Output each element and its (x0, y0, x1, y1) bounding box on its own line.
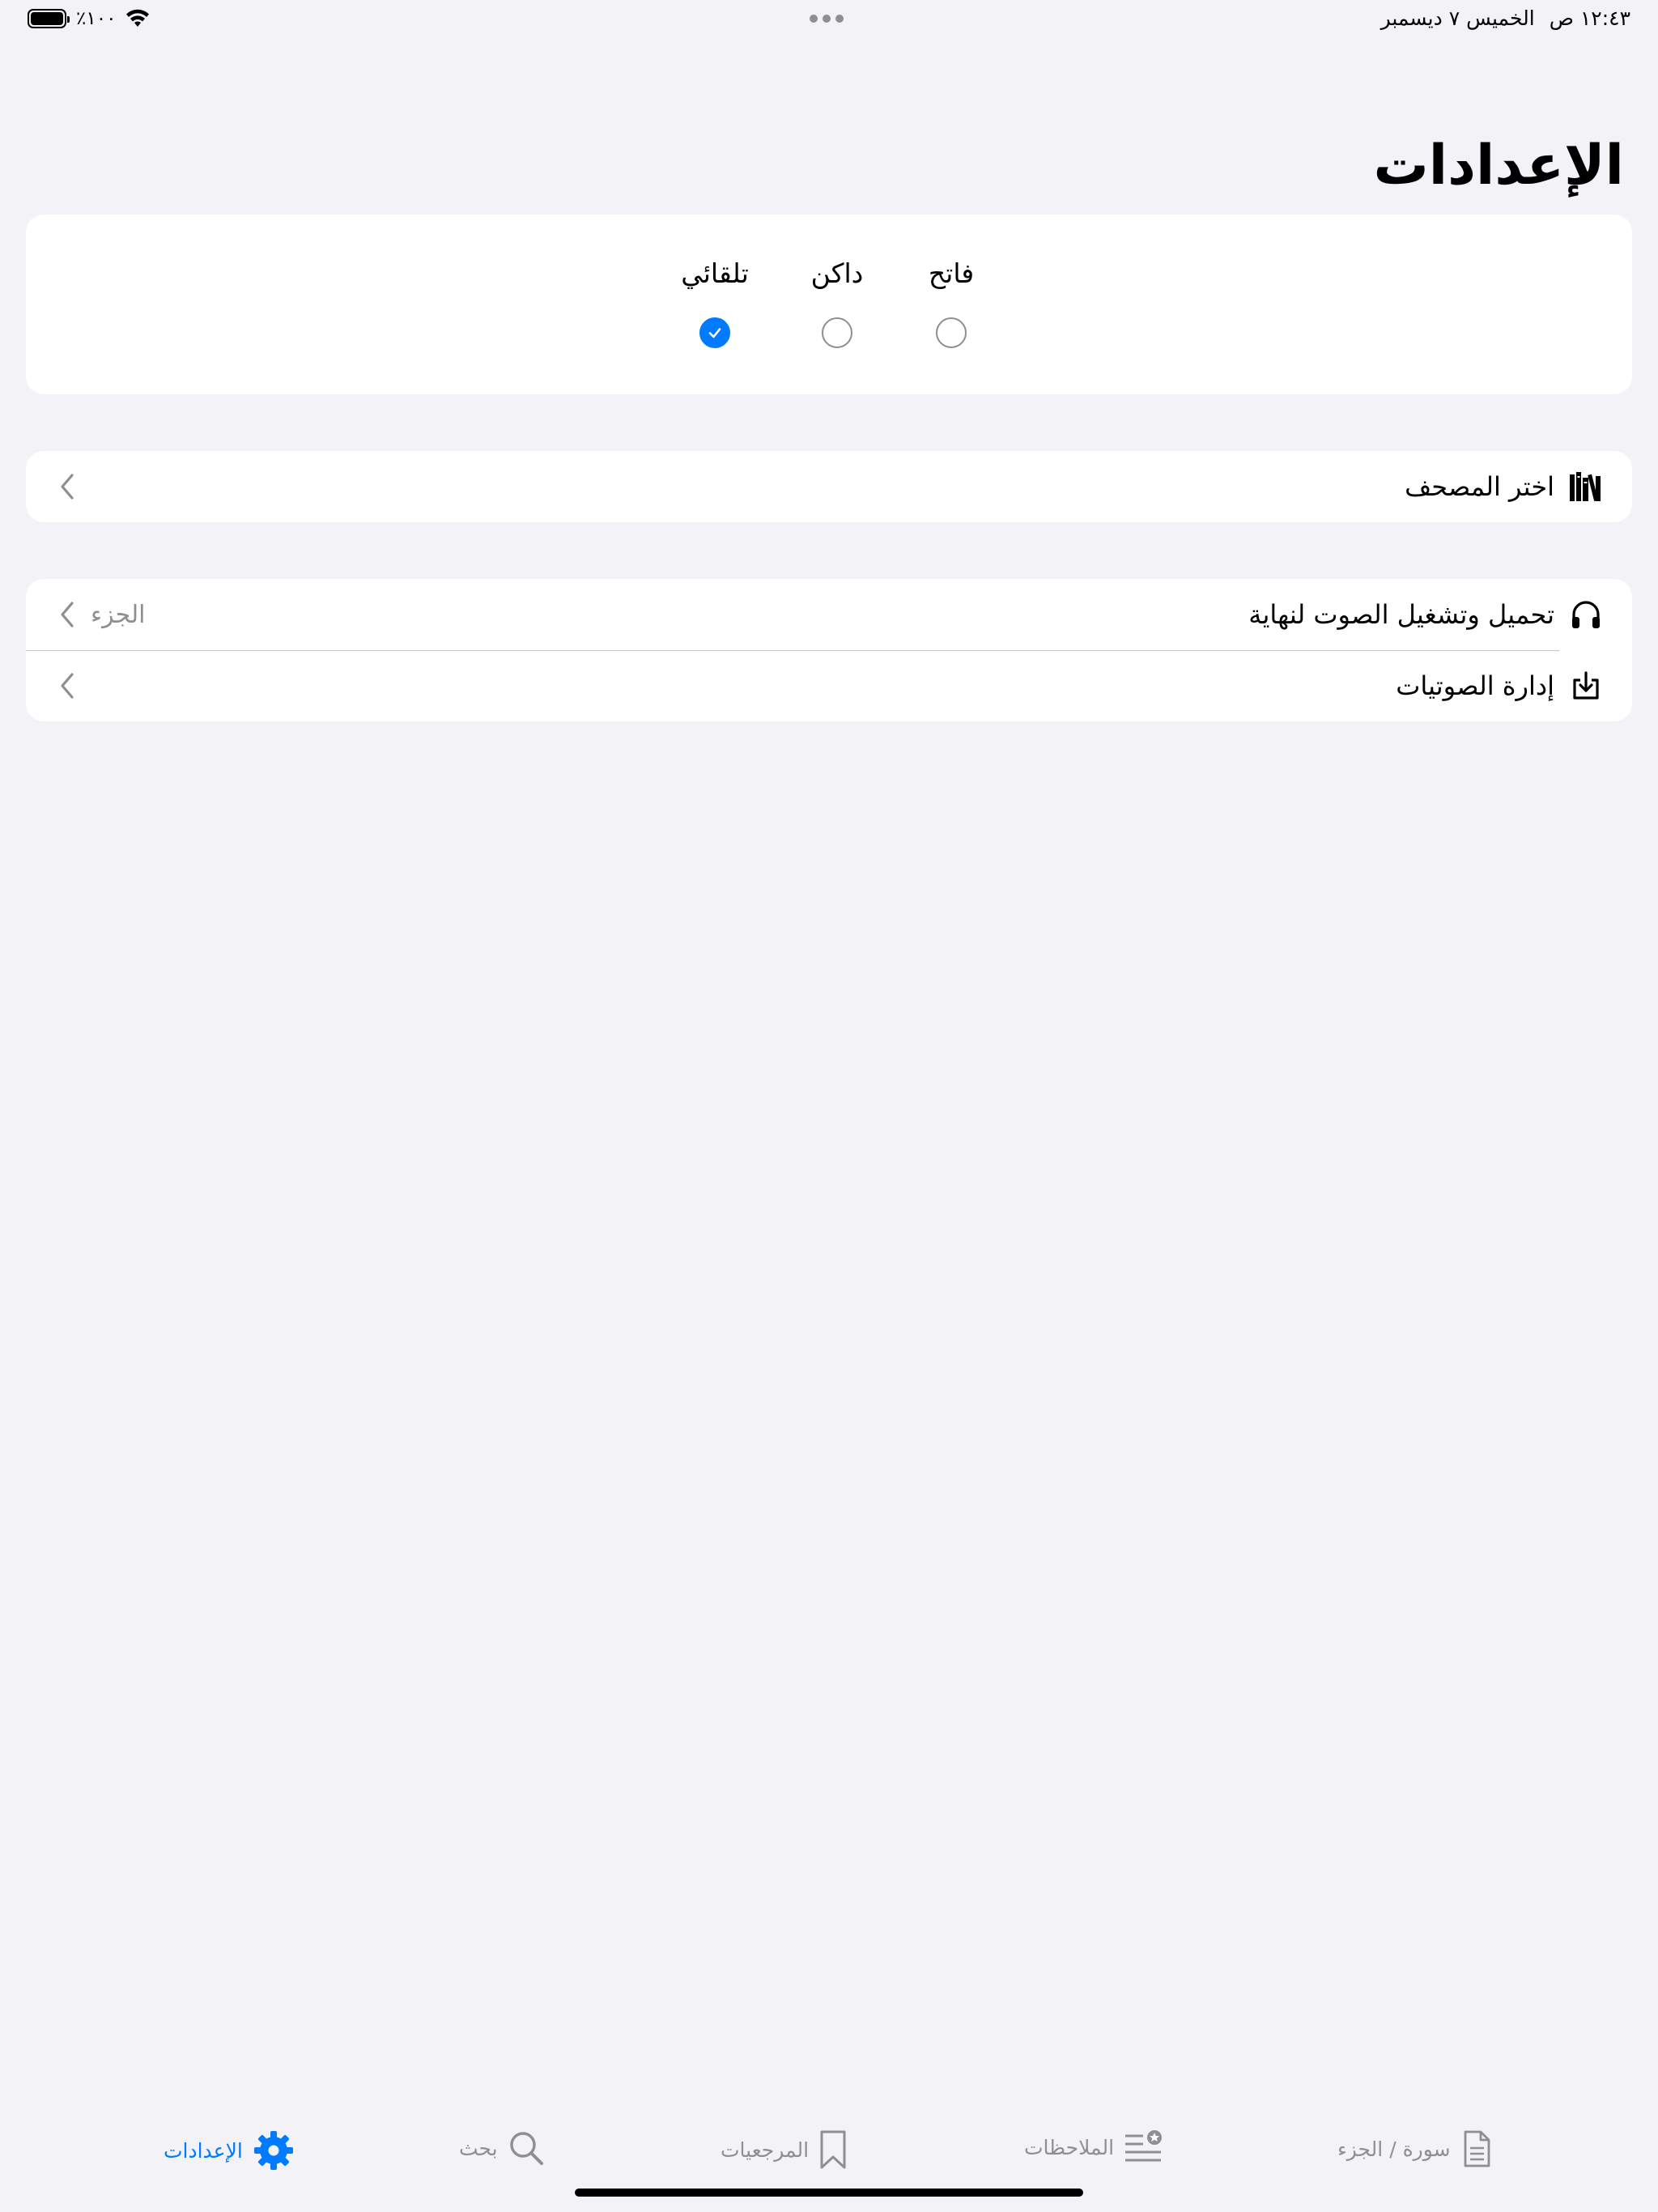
tab-bookmarks[interactable]: المرجعيات (721, 2129, 848, 2170)
radio-dark[interactable] (822, 317, 852, 348)
theme-option-dark[interactable]: داكن (789, 257, 886, 348)
manage-audio-label: إدارة الصوتيات (1396, 670, 1554, 701)
starred-list-icon (1125, 2130, 1163, 2162)
download-tray-icon (1567, 667, 1605, 704)
choose-mushaf-row[interactable]: اختر المصحف (26, 451, 1632, 522)
chevron-left-icon (61, 602, 74, 627)
tab-search-label: بحث (459, 2136, 498, 2160)
document-icon (1464, 2130, 1490, 2167)
tab-search[interactable]: بحث (459, 2129, 545, 2167)
battery-icon (28, 9, 70, 28)
theme-option-light[interactable]: فاتح (903, 257, 1000, 348)
theme-label-dark: داكن (810, 257, 864, 289)
chevron-left-icon (61, 474, 74, 500)
headphones-icon (1567, 596, 1605, 633)
tab-bookmarks-label: المرجعيات (721, 2138, 810, 2162)
audio-card: تحميل وتشغيل الصوت لنهاية الجزء إدارة ال… (26, 579, 1632, 721)
theme-option-auto[interactable]: تلقائي (666, 257, 763, 348)
status-indicators: ٪١٠٠ (28, 8, 150, 29)
radio-light[interactable] (936, 317, 967, 348)
download-play-audio-label: تحميل وتشغيل الصوت لنهاية (1248, 599, 1554, 630)
theme-label-auto: تلقائي (681, 257, 749, 289)
status-bar: ١٢:٤٣ ص الخميس ٧ ديسمبر ٪١٠٠ (0, 0, 1658, 40)
books-icon (1567, 468, 1605, 505)
tab-surah-juz-label: سورة / الجزء (1337, 2137, 1451, 2161)
tab-bar: سورة / الجزء الملاحظات المرجعيات بحث الإ… (0, 2105, 1658, 2194)
search-icon (509, 2132, 543, 2165)
tab-settings[interactable]: الإعدادات (164, 2129, 295, 2172)
checkmark-icon (708, 328, 721, 338)
chevron-left-icon (61, 673, 74, 699)
bookmark-icon (820, 2130, 846, 2169)
status-date: الخميس ٧ ديسمبر (1380, 6, 1535, 30)
tab-surah-juz[interactable]: سورة / الجزء (1337, 2129, 1493, 2168)
tab-notes-label: الملاحظات (1024, 2135, 1115, 2159)
mushaf-card: اختر المصحف (26, 451, 1632, 522)
home-indicator[interactable] (575, 2189, 1083, 2197)
battery-percent: ٪١٠٠ (76, 8, 117, 29)
audio-end-detail: الجزء (91, 600, 146, 629)
tab-notes[interactable]: الملاحظات (1024, 2129, 1164, 2165)
wifi-icon (126, 9, 150, 27)
status-time: ١٢:٤٣ ص (1549, 6, 1630, 30)
radio-auto[interactable] (699, 317, 730, 348)
gear-icon (253, 2131, 293, 2170)
page-title: الإعدادات (1373, 134, 1624, 198)
manage-audio-row[interactable]: إدارة الصوتيات (26, 650, 1632, 721)
download-play-audio-row[interactable]: تحميل وتشغيل الصوت لنهاية الجزء (26, 579, 1632, 650)
multitasking-dots[interactable] (810, 15, 844, 23)
status-time-date: ١٢:٤٣ ص الخميس ٧ ديسمبر (1381, 6, 1630, 30)
tab-settings-label: الإعدادات (164, 2138, 243, 2163)
choose-mushaf-label: اختر المصحف (1405, 471, 1554, 502)
theme-label-light: فاتح (928, 257, 975, 289)
